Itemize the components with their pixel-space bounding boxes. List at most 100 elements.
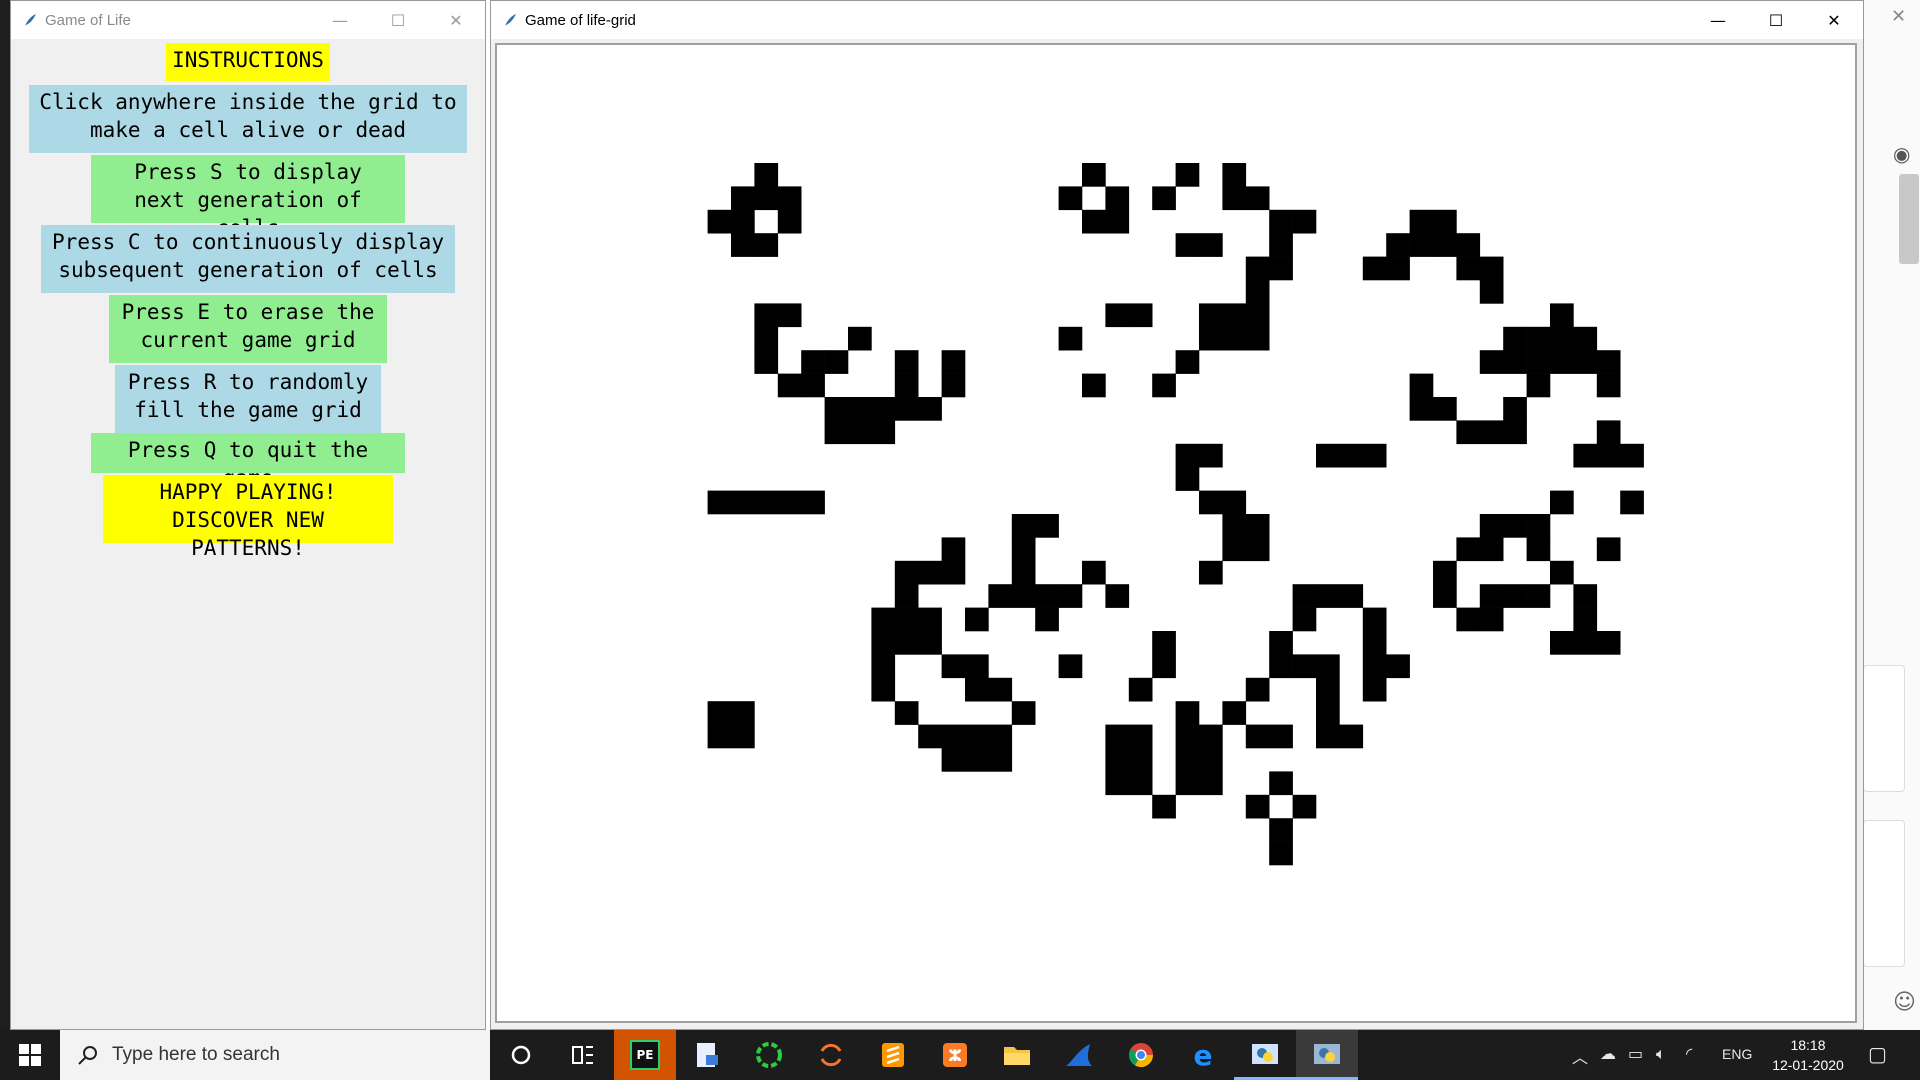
alive-cell[interactable] <box>1316 654 1340 679</box>
alive-cell[interactable] <box>894 397 919 421</box>
alive-cell[interactable] <box>988 584 1013 608</box>
alive-cell[interactable] <box>731 701 755 725</box>
alive-cell[interactable] <box>754 163 779 187</box>
alive-cell[interactable] <box>1175 163 1200 187</box>
alive-cell[interactable] <box>1479 537 1504 562</box>
alive-cell[interactable] <box>1386 654 1410 679</box>
alive-cell[interactable] <box>707 490 732 515</box>
alive-cell[interactable] <box>1362 607 1387 632</box>
alive-cell[interactable] <box>1199 724 1223 749</box>
alive-cell[interactable] <box>1292 654 1317 679</box>
alive-cell[interactable] <box>1058 654 1083 679</box>
alive-cell[interactable] <box>1269 256 1293 281</box>
speaker-icon[interactable]: 🔈︎ <box>1656 1044 1666 1064</box>
alive-cell[interactable] <box>965 677 989 702</box>
alive-cell[interactable] <box>1199 303 1223 328</box>
maximize-button[interactable]: ☐ <box>1747 1 1805 39</box>
alive-cell[interactable] <box>1526 326 1551 351</box>
alive-cell[interactable] <box>1526 584 1551 608</box>
alive-cell[interactable] <box>1526 350 1551 374</box>
alive-cell[interactable] <box>1316 724 1340 749</box>
alive-cell[interactable] <box>1479 607 1504 632</box>
alive-cell[interactable] <box>1011 537 1036 562</box>
alive-cell[interactable] <box>731 233 755 257</box>
python-tk-icon[interactable] <box>1296 1030 1358 1080</box>
alive-cell[interactable] <box>1479 420 1504 445</box>
alive-cell[interactable] <box>1433 397 1457 421</box>
alive-cell[interactable] <box>1199 748 1223 772</box>
alive-cell[interactable] <box>1269 233 1293 257</box>
alive-cell[interactable] <box>1362 443 1387 468</box>
python-idle-icon[interactable] <box>1234 1030 1296 1080</box>
file-explorer-icon[interactable] <box>986 1030 1048 1080</box>
alive-cell[interactable] <box>1409 373 1434 398</box>
alive-cell[interactable] <box>894 560 919 585</box>
green-circle-app-icon[interactable] <box>738 1030 800 1080</box>
alive-cell[interactable] <box>918 724 942 749</box>
alive-cell[interactable] <box>1245 724 1270 749</box>
close-button[interactable]: ✕ <box>1805 1 1863 39</box>
alive-cell[interactable] <box>1152 794 1176 819</box>
alive-cell[interactable] <box>965 724 989 749</box>
orange-arc-app-icon[interactable] <box>800 1030 862 1080</box>
edge-icon[interactable]: e <box>1172 1030 1234 1080</box>
alive-cell[interactable] <box>848 397 872 421</box>
alive-cell[interactable] <box>824 420 849 445</box>
alive-cell[interactable] <box>1011 584 1036 608</box>
alive-cell[interactable] <box>894 607 919 632</box>
alive-cell[interactable] <box>1479 350 1504 374</box>
alive-cell[interactable] <box>1222 514 1247 538</box>
maximize-button[interactable]: ☐ <box>369 1 427 39</box>
alive-cell[interactable] <box>777 303 802 328</box>
alive-cell[interactable] <box>941 537 966 562</box>
alive-cell[interactable] <box>731 209 755 234</box>
wifi-icon[interactable]: ◜ <box>1686 1044 1692 1063</box>
alive-cell[interactable] <box>1596 420 1621 445</box>
alive-cell[interactable] <box>1222 186 1247 211</box>
alive-cell[interactable] <box>1269 631 1293 655</box>
alive-cell[interactable] <box>1596 631 1621 655</box>
alive-cell[interactable] <box>1175 724 1200 749</box>
alive-cell[interactable] <box>754 186 779 211</box>
alive-cell[interactable] <box>1526 514 1551 538</box>
alive-cell[interactable] <box>1105 303 1130 328</box>
alive-cell[interactable] <box>1152 373 1176 398</box>
sublime-text-icon[interactable] <box>862 1030 924 1080</box>
alive-cell[interactable] <box>1035 584 1059 608</box>
game-grid-canvas[interactable] <box>495 43 1857 1023</box>
alive-cell[interactable] <box>1082 560 1106 585</box>
alive-cell[interactable] <box>1456 537 1481 562</box>
alive-cell[interactable] <box>1339 443 1364 468</box>
alive-cell[interactable] <box>1082 209 1106 234</box>
alive-cell[interactable] <box>918 560 942 585</box>
alive-cell[interactable] <box>965 607 989 632</box>
alive-cell[interactable] <box>871 420 896 445</box>
alive-cell[interactable] <box>1199 771 1223 796</box>
alive-cell[interactable] <box>1058 584 1083 608</box>
alive-cell[interactable] <box>894 373 919 398</box>
alive-cell[interactable] <box>1245 186 1270 211</box>
alive-cell[interactable] <box>1620 443 1644 468</box>
alive-cell[interactable] <box>1456 607 1481 632</box>
alive-cell[interactable] <box>1386 233 1410 257</box>
alive-cell[interactable] <box>1573 584 1598 608</box>
alive-cell[interactable] <box>1245 677 1270 702</box>
alive-cell[interactable] <box>894 350 919 374</box>
alive-cell[interactable] <box>1105 209 1130 234</box>
onedrive-icon[interactable]: ☁ <box>1600 1044 1616 1063</box>
alive-cell[interactable] <box>1175 748 1200 772</box>
alive-cell[interactable] <box>1245 537 1270 562</box>
alive-cell[interactable] <box>1269 771 1293 796</box>
grid-titlebar[interactable]: Game of life-grid — ☐ ✕ <box>491 1 1863 39</box>
alive-cell[interactable] <box>1479 514 1504 538</box>
alive-cell[interactable] <box>1479 280 1504 304</box>
alive-cell[interactable] <box>941 724 966 749</box>
alive-cell[interactable] <box>918 397 942 421</box>
minimize-button[interactable]: — <box>1689 1 1747 39</box>
alive-cell[interactable] <box>894 631 919 655</box>
alive-cell[interactable] <box>1011 560 1036 585</box>
background-scrollbar[interactable] <box>1899 174 1919 264</box>
alive-cell[interactable] <box>1152 631 1176 655</box>
alive-cell[interactable] <box>1362 256 1387 281</box>
alive-cell[interactable] <box>1573 631 1598 655</box>
